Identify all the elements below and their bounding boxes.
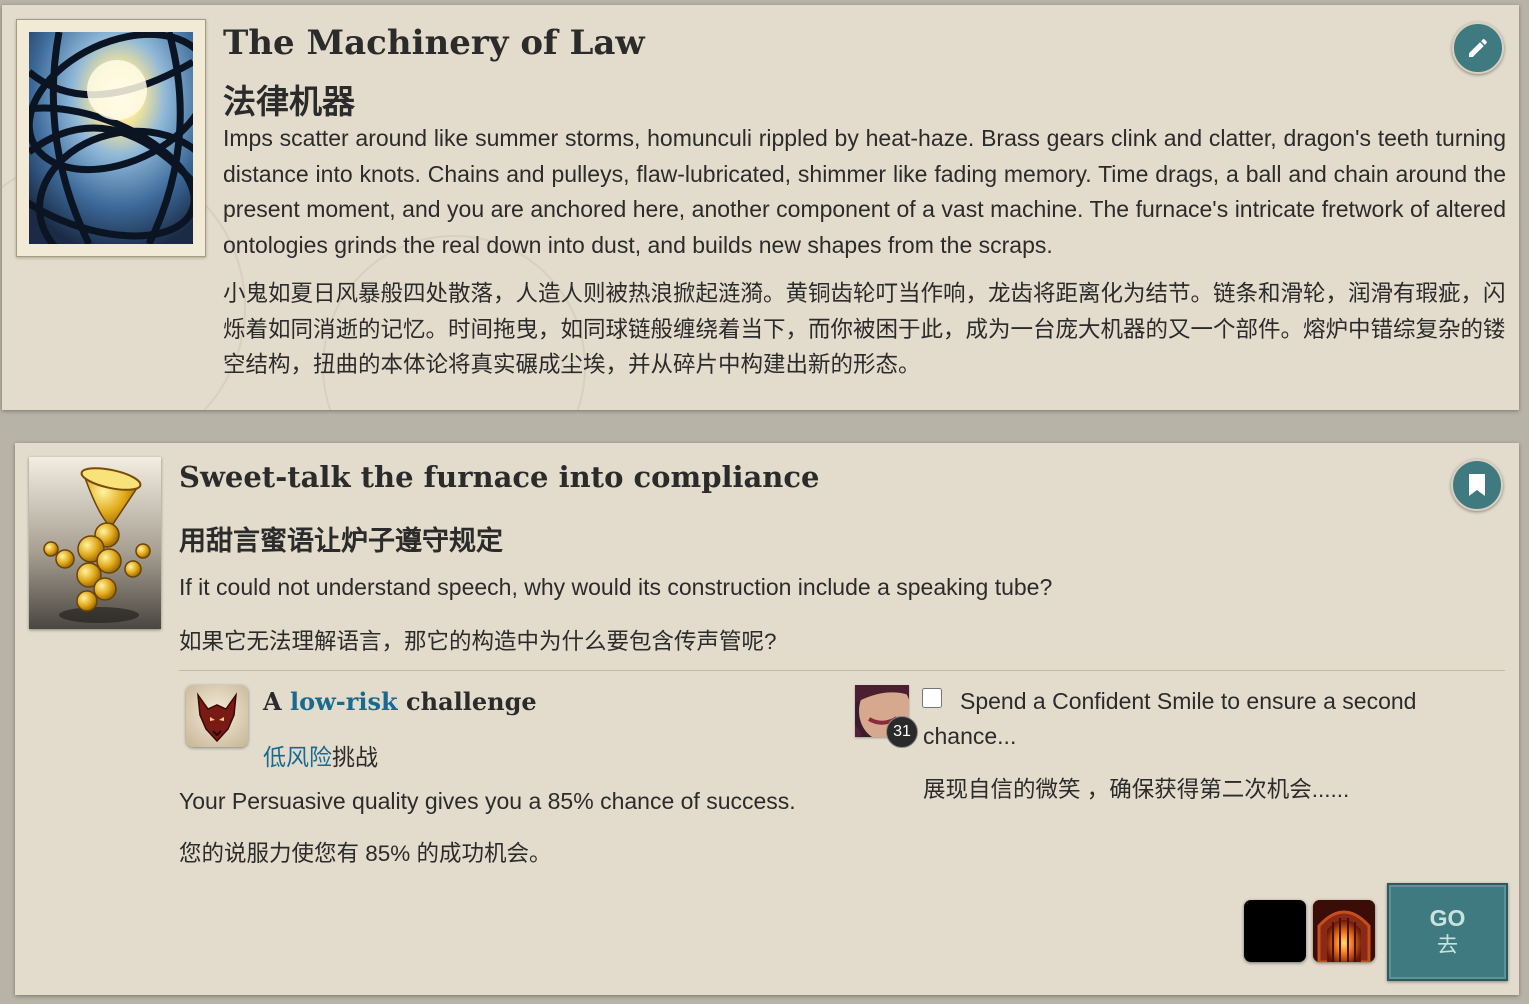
challenge-prefix: A bbox=[263, 687, 282, 716]
edit-button[interactable] bbox=[1452, 22, 1504, 74]
bookmark-icon bbox=[1469, 474, 1485, 496]
challenge-description-zh: 您的说服力使您有 85% 的成功机会。 bbox=[179, 841, 552, 866]
challenge-suffix: challenge bbox=[406, 687, 537, 716]
branch-image bbox=[29, 457, 161, 629]
challenge-title-zh: 低风险挑战 bbox=[263, 738, 378, 772]
pencil-icon bbox=[1469, 38, 1487, 57]
wolf-icon bbox=[186, 685, 248, 747]
go-button[interactable]: GO 去 bbox=[1387, 883, 1508, 981]
storylet-title: The Machinery of Law bbox=[223, 23, 645, 63]
storylet-description-zh: 小鬼如夏日风暴般四处散落，人造人则被热浪掀起涟漪。黄铜齿轮叮当作响，龙齿将距离化… bbox=[223, 281, 1506, 377]
machinery-image bbox=[29, 32, 193, 244]
storylet-title-zh: 法律机器 bbox=[223, 82, 355, 121]
bookmark-button[interactable] bbox=[1451, 459, 1503, 511]
challenge-icon bbox=[186, 685, 248, 747]
second-chance-label: Spend a Confident Smile to ensure a seco… bbox=[923, 688, 1417, 749]
go-label-zh: 去 bbox=[1437, 934, 1458, 957]
risk-link[interactable]: low-risk bbox=[290, 687, 398, 716]
furnace-icon bbox=[1313, 900, 1375, 962]
storylet-description: Imps scatter around like summer storms, … bbox=[223, 125, 1506, 258]
branch-title-zh: 用甜言蜜语让炉子遵守规定 bbox=[179, 526, 503, 557]
challenge-suffix-zh: 挑战 bbox=[332, 744, 378, 770]
go-label: GO bbox=[1429, 905, 1466, 931]
branch-description: If it could not understand speech, why w… bbox=[179, 574, 1053, 600]
challenge-description: Your Persuasive quality gives you a 85% … bbox=[179, 788, 796, 814]
furnace-slot[interactable] bbox=[1313, 900, 1375, 962]
challenge-title: A low-risk challenge bbox=[263, 687, 537, 716]
risk-link-zh[interactable]: 低风险 bbox=[263, 744, 332, 770]
divider bbox=[179, 670, 1505, 671]
second-chance-label-zh: 展现自信的微笑 ，确保获得第二次机会...... bbox=[923, 777, 1350, 802]
branch-description-zh: 如果它无法理解语言，那它的构造中为什么要包含传声管呢? bbox=[179, 629, 777, 654]
empty-slot[interactable] bbox=[1244, 900, 1306, 962]
quality-count-badge: 31 bbox=[886, 716, 918, 748]
branch-title: Sweet-talk the furnace into compliance bbox=[179, 460, 820, 494]
storylet-card: The Machinery of Law 法律机器 Imps scatter a… bbox=[2, 5, 1519, 410]
speaking-tube-image bbox=[29, 457, 161, 629]
branch-card: Sweet-talk the furnace into compliance 用… bbox=[15, 443, 1519, 995]
storylet-image bbox=[16, 19, 206, 257]
